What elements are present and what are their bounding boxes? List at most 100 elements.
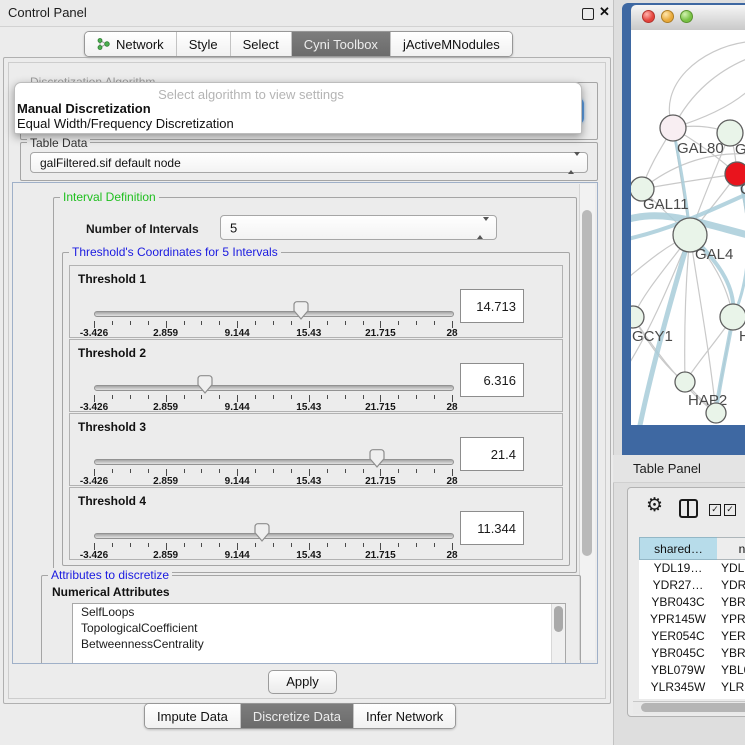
tick-mark	[309, 321, 310, 328]
attributes-scrollbar-thumb[interactable]	[554, 606, 563, 632]
table-cell: YDL19…	[639, 560, 717, 577]
table-cell: YBL0	[717, 662, 745, 679]
tab-network[interactable]: Network	[85, 32, 177, 56]
split-columns-icon[interactable]	[679, 499, 698, 518]
tick-label: 2.859	[153, 550, 178, 561]
tab-infer-network[interactable]: Infer Network	[354, 704, 455, 728]
table-row[interactable]: YLR345WYLR3	[639, 679, 745, 696]
network-graph[interactable]: GAL80GACGAL11GAL4GCY1HHAP2	[631, 30, 745, 425]
attribute-item[interactable]: BetweennessCentrality	[73, 636, 565, 652]
table-panel-titlebar: Table Panel	[613, 455, 745, 483]
close-window-icon[interactable]	[642, 10, 655, 23]
network-edge[interactable]	[673, 58, 745, 128]
slider-thumb[interactable]	[197, 375, 213, 394]
tab-impute-data[interactable]: Impute Data	[145, 704, 241, 728]
table-data-group-title: Table Data	[27, 136, 90, 150]
table-row[interactable]: YPR145WYPR1	[639, 611, 745, 628]
table-data-combobox[interactable]: galFiltered.sif default node	[30, 152, 588, 173]
tab-style[interactable]: Style	[177, 32, 231, 56]
network-node-hap2[interactable]	[675, 372, 695, 392]
tick-mark	[309, 395, 310, 402]
tick-mark	[273, 543, 274, 547]
table-horizontal-scrollbar[interactable]	[633, 701, 745, 714]
tab-select[interactable]: Select	[231, 32, 292, 56]
tick-mark	[237, 469, 238, 476]
table-row[interactable]: YER054CYER0	[639, 628, 745, 645]
close-panel-icon[interactable]: ✕	[599, 4, 610, 20]
tab-label: Infer Network	[366, 709, 443, 724]
tick-mark	[380, 321, 381, 328]
attribute-item[interactable]: SelfLoops	[73, 604, 565, 620]
tab-discretize-data[interactable]: Discretize Data	[241, 704, 354, 728]
network-node-h[interactable]	[720, 304, 745, 330]
tick-label: -3.426	[80, 402, 108, 413]
network-node-unnamed[interactable]	[706, 403, 726, 423]
threshold-value-field[interactable]: 21.4	[460, 437, 524, 471]
column-header-0[interactable]: shared…	[639, 537, 717, 560]
gear-icon[interactable]: ⚙	[646, 494, 663, 516]
tick-label: 15.43	[296, 476, 321, 487]
number-of-intervals-spinner[interactable]: 5	[220, 215, 497, 240]
table-hscrollbar-thumb[interactable]	[641, 703, 745, 712]
threshold-panel: Threshold 4-3.4262.8599.14415.4321.71528…	[69, 487, 563, 560]
slider-track[interactable]	[94, 385, 454, 391]
network-edge[interactable]	[642, 174, 737, 189]
threshold-value-field[interactable]: 6.316	[460, 363, 524, 397]
threshold-panel: Threshold 1-3.4262.8599.14415.4321.71528…	[69, 265, 563, 338]
threshold-value-field[interactable]: 14.713	[460, 289, 524, 323]
slider-thumb[interactable]	[254, 523, 270, 542]
tick-mark	[327, 395, 328, 399]
algorithm-popup: Select algorithm to view settings Manual…	[14, 82, 582, 134]
tick-mark	[184, 321, 185, 325]
network-window-titlebar[interactable]	[631, 5, 745, 31]
slider-thumb[interactable]	[369, 449, 385, 468]
table-row[interactable]: YDR27…YDR2	[639, 577, 745, 594]
popup-item-equal-width-frequency-discretization[interactable]: Equal Width/Frequency Discretization	[15, 117, 581, 132]
column-header-1[interactable]: n…	[717, 537, 745, 560]
tick-label: 2.859	[153, 476, 178, 487]
tab-label: Style	[189, 37, 218, 52]
table-row[interactable]: YBR043CYBR0	[639, 594, 745, 611]
checkbox-icon[interactable]: ✓	[709, 504, 721, 516]
settings-vertical-scrollbar[interactable]	[579, 184, 595, 660]
numerical-attributes-list[interactable]: SelfLoopsTopologicalCoefficientBetweenne…	[72, 603, 566, 664]
attribute-item[interactable]: TopologicalCoefficient	[73, 620, 565, 636]
scrollbar-thumb[interactable]	[582, 210, 592, 556]
network-node-gcy1[interactable]	[631, 306, 644, 328]
tick-label: 2.859	[153, 402, 178, 413]
table-row[interactable]: YBR045CYBR0	[639, 645, 745, 662]
threshold-label: Threshold 1	[78, 272, 146, 286]
tick-mark	[452, 543, 453, 550]
minimize-window-icon[interactable]	[661, 10, 674, 23]
network-node-gal80[interactable]	[660, 115, 686, 141]
slider-track[interactable]	[94, 533, 454, 539]
tick-mark	[434, 543, 435, 547]
node-table[interactable]: shared…n… YDL19…YDL1YDR27…YDR2YBR043CYBR…	[639, 537, 745, 699]
checkbox-icon[interactable]: ✓	[724, 504, 736, 516]
attributes-list-scrollbar[interactable]	[551, 604, 565, 664]
tab-jactivemnodules[interactable]: jActiveMNodules	[391, 32, 512, 56]
slider-thumb[interactable]	[293, 301, 309, 320]
tab-cyni-toolbox[interactable]: Cyni Toolbox	[292, 32, 391, 56]
tick-mark	[201, 321, 202, 325]
tick-mark	[255, 395, 256, 399]
zoom-window-icon[interactable]	[680, 10, 693, 23]
table-row[interactable]: YIL052CYIL0	[639, 696, 745, 699]
network-canvas[interactable]: GAL80GACGAL11GAL4GCY1HHAP2	[631, 30, 745, 425]
slider-track[interactable]	[94, 459, 454, 465]
float-panel-icon[interactable]	[582, 8, 594, 20]
table-row[interactable]: YBL079WYBL0	[639, 662, 745, 679]
apply-button[interactable]: Apply	[268, 670, 337, 694]
network-icon	[97, 37, 111, 51]
popup-item-manual-discretization[interactable]: Manual Discretization	[15, 102, 581, 117]
slider-track[interactable]	[94, 311, 454, 317]
tick-mark	[130, 543, 131, 547]
threshold-value-field[interactable]: 11.344	[460, 511, 524, 545]
attributes-group-title: Attributes to discretize	[48, 568, 172, 582]
network-edge[interactable]	[631, 235, 690, 370]
threshold-panel: Threshold 3-3.4262.8599.14415.4321.71528…	[69, 413, 563, 486]
table-row[interactable]: YDL19…YDL1	[639, 560, 745, 577]
tick-mark	[130, 395, 131, 399]
tab-label: Select	[243, 37, 279, 52]
tick-mark	[398, 469, 399, 473]
